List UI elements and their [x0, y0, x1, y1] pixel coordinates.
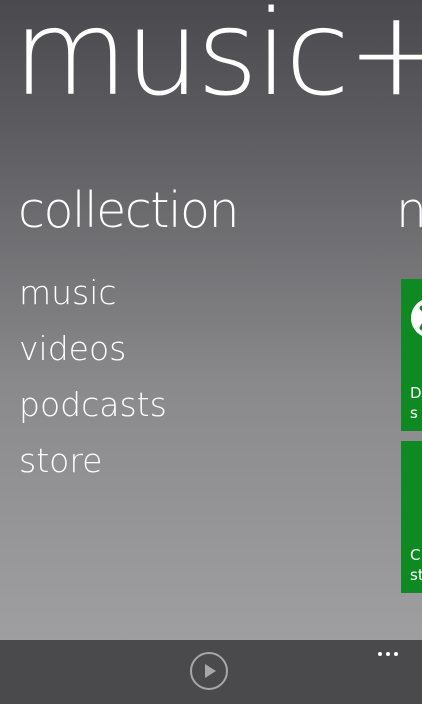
more-options-dot — [386, 652, 390, 656]
collection-item-music[interactable]: music — [19, 274, 167, 330]
xbox-logo-icon — [411, 298, 422, 338]
featured-tile-1-line-1: D — [410, 384, 422, 402]
app-title: music+ — [13, 0, 422, 122]
collection-menu: music videos podcasts store — [19, 274, 167, 498]
featured-tile-2[interactable]: C st — [401, 441, 422, 593]
featured-tile-2-line-1: C — [410, 546, 421, 564]
application-bar — [0, 640, 422, 704]
collection-item-podcasts[interactable]: podcasts — [19, 386, 167, 442]
collection-item-videos[interactable]: videos — [19, 330, 167, 386]
collection-heading[interactable]: collection — [18, 186, 240, 235]
featured-tile-2-line-2: st — [410, 566, 422, 584]
music-hub-screen: music+ collection n music videos podcast… — [0, 0, 422, 704]
featured-tile-1-text: D s — [410, 383, 422, 423]
featured-tile-2-text: C st — [410, 545, 422, 585]
next-section-heading[interactable]: n — [396, 186, 422, 235]
play-button[interactable] — [190, 652, 228, 690]
more-options-button[interactable] — [378, 652, 402, 660]
more-options-dot — [394, 652, 398, 656]
play-icon — [205, 664, 216, 678]
more-options-dot — [378, 652, 382, 656]
featured-tile-1[interactable]: D s — [401, 279, 422, 431]
featured-tile-1-line-2: s — [410, 404, 418, 422]
collection-item-store[interactable]: store — [19, 442, 167, 498]
